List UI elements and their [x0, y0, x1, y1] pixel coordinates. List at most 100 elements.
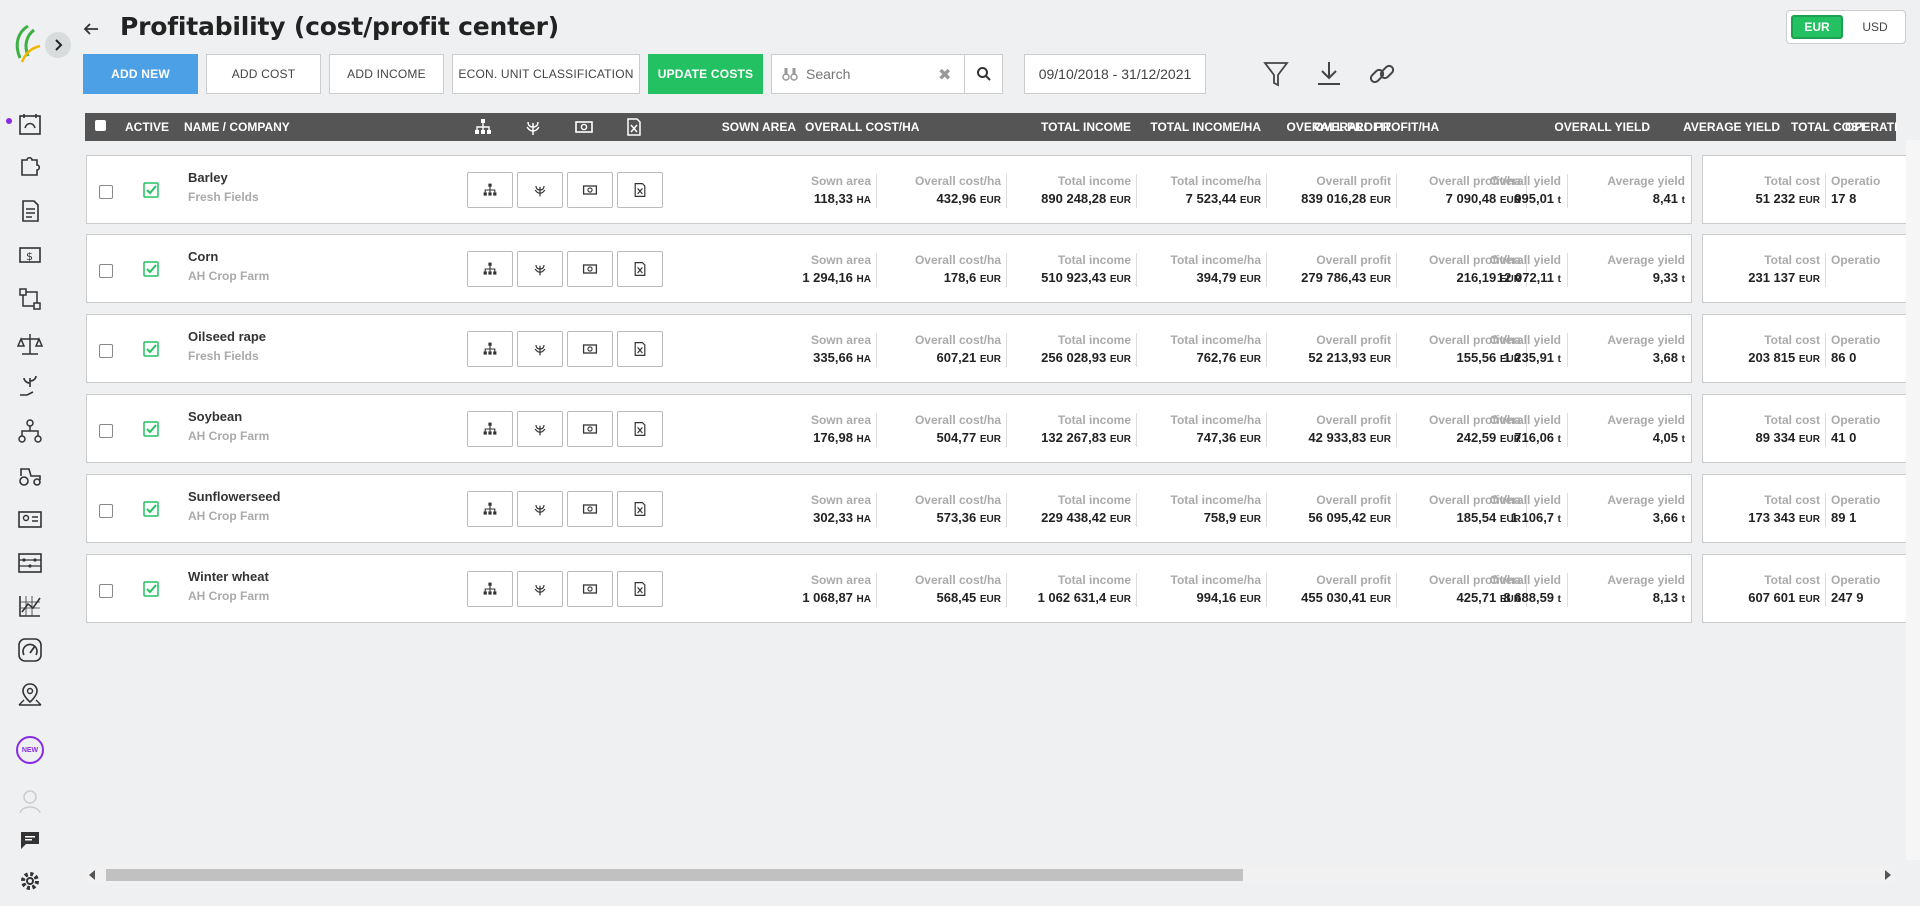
puzzle-icon[interactable]	[16, 152, 44, 180]
date-range-picker[interactable]: 09/10/2018 - 31/12/2021	[1024, 54, 1206, 94]
row-select-checkbox[interactable]	[99, 344, 113, 358]
table-row-overflow[interactable]: Total cost 607 601 EUR Operatio 247 9	[1702, 554, 1912, 623]
row-select-checkbox[interactable]	[99, 584, 113, 598]
link-icon[interactable]	[1366, 58, 1398, 90]
row-select-checkbox[interactable]	[99, 185, 113, 199]
hierarchy-icon[interactable]	[16, 417, 44, 445]
user-avatar-icon[interactable]	[16, 787, 44, 815]
table-row[interactable]: Barley Fresh Fields Sown area 118,33 HA …	[86, 155, 1692, 224]
flow-icon[interactable]	[16, 285, 44, 313]
hierarchy-button[interactable]	[467, 331, 513, 367]
gear-icon[interactable]	[16, 867, 44, 895]
table-row[interactable]: Oilseed rape Fresh Fields Sown area 335,…	[86, 314, 1692, 383]
table-row[interactable]: Soybean AH Crop Farm Sown area 176,98 HA…	[86, 394, 1692, 463]
download-icon[interactable]	[1313, 58, 1345, 90]
abacus-icon[interactable]	[16, 549, 44, 577]
map-pin-icon[interactable]	[16, 680, 44, 708]
column-total-income[interactable]: TOTAL INCOME	[1041, 120, 1131, 134]
econ-unit-classification-button[interactable]: ECON. UNIT CLASSIFICATION	[452, 54, 640, 94]
new-badge-icon[interactable]: NEW	[16, 736, 44, 764]
search-button[interactable]	[964, 54, 1003, 94]
horizontal-scrollbar[interactable]	[85, 866, 1895, 884]
search-input[interactable]	[804, 65, 928, 83]
hierarchy-button[interactable]	[467, 172, 513, 208]
money-button[interactable]	[567, 172, 613, 208]
active-check-icon[interactable]	[143, 341, 159, 357]
excel-button[interactable]	[617, 571, 663, 607]
active-check-icon[interactable]	[143, 581, 159, 597]
crop-button[interactable]	[517, 331, 563, 367]
excel-button[interactable]	[617, 491, 663, 527]
money-button[interactable]	[567, 411, 613, 447]
id-card-icon[interactable]	[16, 505, 44, 533]
currency-usd-button[interactable]: USD	[1849, 15, 1901, 39]
active-check-icon[interactable]	[143, 421, 159, 437]
update-costs-button[interactable]: UPDATE COSTS	[648, 54, 763, 94]
hierarchy-button[interactable]	[467, 411, 513, 447]
table-row[interactable]: Sunflowerseed AH Crop Farm Sown area 302…	[86, 474, 1692, 543]
finance-icon[interactable]: $	[16, 241, 44, 269]
excel-button[interactable]	[617, 172, 663, 208]
crop-button[interactable]	[517, 251, 563, 287]
filter-icon[interactable]	[1260, 58, 1292, 90]
money-button[interactable]	[567, 491, 613, 527]
add-cost-button[interactable]: ADD COST	[206, 54, 321, 94]
table-row[interactable]: Winter wheat AH Crop Farm Sown area 1 06…	[86, 554, 1692, 623]
vertical-scroll-track[interactable]	[1906, 140, 1920, 860]
hierarchy-button[interactable]	[467, 491, 513, 527]
tractor-icon[interactable]	[16, 461, 44, 489]
cell-overall-profit: Overall profit 52 213,93 EUR	[1308, 333, 1391, 365]
crop-button[interactable]	[517, 571, 563, 607]
table-row-overflow[interactable]: Total cost 89 334 EUR Operatio 41 0	[1702, 394, 1912, 463]
expand-sidebar-button[interactable]	[45, 32, 71, 58]
chart-grid-icon[interactable]	[16, 592, 44, 620]
excel-button[interactable]	[617, 331, 663, 367]
active-check-icon[interactable]	[143, 501, 159, 517]
column-name[interactable]: NAME / COMPANY	[184, 120, 290, 134]
scale-icon[interactable]	[16, 330, 44, 358]
column-sown-area[interactable]: SOWN AREA	[722, 120, 796, 134]
money-button[interactable]	[567, 571, 613, 607]
column-overall-profit-ha[interactable]: OVERALL PROFIT/HA	[1314, 120, 1439, 134]
excel-button[interactable]	[617, 251, 663, 287]
table-row-overflow[interactable]: Total cost 51 232 EUR Operatio 17 8	[1702, 155, 1912, 224]
crop-button[interactable]	[517, 491, 563, 527]
column-overall-cost-ha[interactable]: OVERALL COST/HA	[805, 120, 919, 134]
active-check-icon[interactable]	[143, 261, 159, 277]
select-all-checkbox[interactable]	[95, 120, 106, 131]
row-select-checkbox[interactable]	[99, 264, 113, 278]
currency-eur-button[interactable]: EUR	[1791, 15, 1843, 39]
column-total-income-ha[interactable]: TOTAL INCOME/HA	[1150, 120, 1261, 134]
hierarchy-button[interactable]	[467, 251, 513, 287]
excel-button[interactable]	[617, 411, 663, 447]
column-operation[interactable]: OPERATI	[1845, 120, 1897, 134]
column-average-yield[interactable]: AVERAGE YIELD	[1683, 120, 1780, 134]
scroll-left-arrow[interactable]	[89, 870, 95, 880]
chat-icon[interactable]	[16, 826, 44, 854]
row-select-checkbox[interactable]	[99, 504, 113, 518]
active-check-icon[interactable]	[143, 182, 159, 198]
gauge-icon[interactable]	[16, 636, 44, 664]
money-button[interactable]	[567, 251, 613, 287]
app-logo[interactable]	[10, 22, 44, 66]
table-row-overflow[interactable]: Total cost 203 815 EUR Operatio 86 0	[1702, 314, 1912, 383]
back-button[interactable]	[78, 16, 104, 42]
column-overall-yield[interactable]: OVERALL YIELD	[1554, 120, 1650, 134]
crop-button[interactable]	[517, 411, 563, 447]
document-icon[interactable]	[16, 197, 44, 225]
add-income-button[interactable]: ADD INCOME	[329, 54, 444, 94]
table-row-overflow[interactable]: Total cost 173 343 EUR Operatio 89 1	[1702, 474, 1912, 543]
table-row[interactable]: Corn AH Crop Farm Sown area 1 294,16 HA …	[86, 234, 1692, 303]
column-active[interactable]: ACTIVE	[125, 120, 169, 134]
plant-hand-icon[interactable]	[16, 373, 44, 401]
scroll-right-arrow[interactable]	[1885, 870, 1891, 880]
add-new-button[interactable]: ADD NEW	[83, 54, 198, 94]
money-button[interactable]	[567, 331, 613, 367]
scrollbar-thumb[interactable]	[106, 869, 1243, 881]
fields-icon[interactable]	[16, 110, 44, 138]
table-row-overflow[interactable]: Total cost 231 137 EUR Operatio	[1702, 234, 1912, 303]
hierarchy-button[interactable]	[467, 571, 513, 607]
crop-button[interactable]	[517, 172, 563, 208]
row-select-checkbox[interactable]	[99, 424, 113, 438]
clear-search-icon[interactable]: ✖	[938, 65, 951, 85]
